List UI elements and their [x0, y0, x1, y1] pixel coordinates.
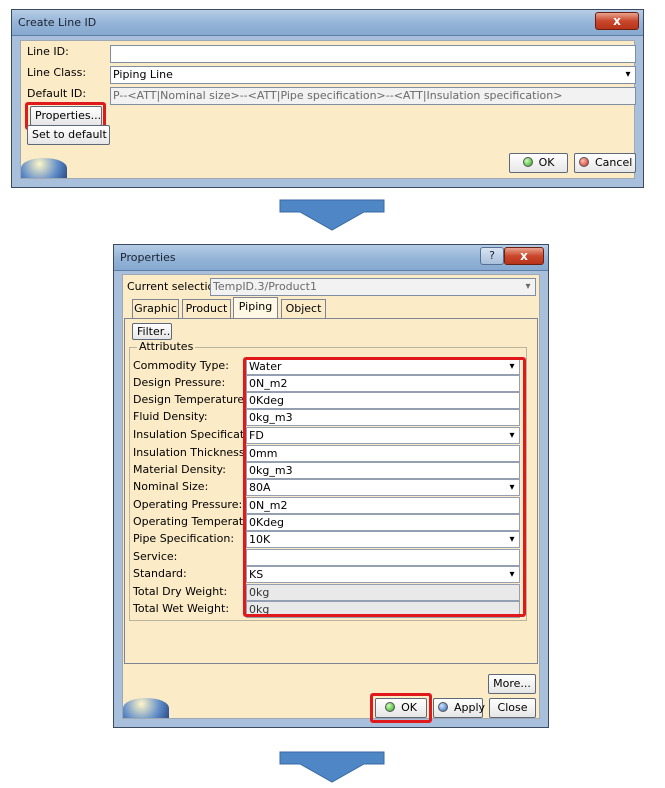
- ok-button[interactable]: OK: [509, 153, 568, 173]
- attribute-name: Pipe Specification:: [133, 532, 235, 545]
- down-arrow-icon: [279, 751, 385, 783]
- set-to-default-button[interactable]: Set to default: [27, 125, 110, 145]
- close-window-button[interactable]: x: [595, 12, 639, 30]
- attribute-name: Insulation Thickness:: [133, 446, 249, 459]
- properties-close-window-button[interactable]: x: [504, 247, 544, 265]
- line-class-label: Line Class:: [27, 66, 87, 79]
- default-id-field: P--<ATT|Nominal size>--<ATT|Pipe specifi…: [110, 87, 636, 105]
- attribute-name: Total Dry Weight:: [133, 585, 228, 598]
- cancel-red-icon: [579, 157, 589, 167]
- attribute-name: Commodity Type:: [133, 359, 229, 372]
- close-icon: x: [613, 14, 621, 28]
- properties-title: Properties: [120, 251, 176, 264]
- cancel-button[interactable]: Cancel: [574, 153, 636, 173]
- line-id-label: Line ID:: [27, 45, 69, 58]
- attribute-name: Nominal Size:: [133, 480, 209, 493]
- attribute-name: Operating Pressure:: [133, 498, 243, 511]
- attribute-name: Standard:: [133, 567, 187, 580]
- line-id-input[interactable]: [110, 45, 636, 63]
- catia-globe-logo: [123, 698, 169, 718]
- tab-product[interactable]: Product: [182, 299, 231, 319]
- current-selection-select[interactable]: TempID.3/Product1: [210, 278, 536, 296]
- ok-highlight: [370, 693, 432, 723]
- close-icon: x: [520, 249, 528, 263]
- apply-label: Apply: [454, 701, 486, 714]
- help-icon: ?: [489, 249, 495, 262]
- tab-graphic[interactable]: Graphic: [132, 299, 179, 319]
- tab-object[interactable]: Object: [281, 299, 326, 319]
- attribute-name: Total Wet Weight:: [133, 602, 230, 615]
- attribute-name: Service:: [133, 550, 178, 563]
- tab-product-label: Product: [185, 302, 228, 315]
- filter-button[interactable]: Filter..: [132, 323, 172, 340]
- line-class-value: Piping Line: [113, 68, 173, 81]
- catia-globe-logo: [21, 158, 67, 178]
- current-selection-value: TempID.3/Product1: [213, 280, 317, 293]
- attributes-group-title: Attributes: [137, 340, 196, 353]
- tab-graphic-label: Graphic: [134, 302, 177, 315]
- default-id-label: Default ID:: [27, 87, 87, 100]
- tab-piping-label: Piping: [238, 300, 273, 313]
- ok-label: OK: [538, 156, 555, 169]
- apply-button[interactable]: Apply: [433, 698, 486, 718]
- apply-blue-icon: [438, 702, 448, 712]
- tab-piping[interactable]: Piping: [233, 297, 278, 319]
- attribute-name: Fluid Density:: [133, 410, 208, 423]
- ok-green-icon: [522, 157, 533, 167]
- down-arrow-icon: [279, 199, 385, 231]
- attributes-highlight: [243, 357, 526, 617]
- line-class-select[interactable]: Piping Line: [110, 66, 636, 84]
- title-bar[interactable]: Create Line ID x: [12, 10, 643, 36]
- close-button[interactable]: Close: [489, 698, 536, 718]
- attribute-name: Design Temperature:: [133, 393, 248, 406]
- properties-title-bar[interactable]: Properties ? x: [114, 245, 548, 271]
- help-button[interactable]: ?: [480, 247, 504, 265]
- dialog-title: Create Line ID: [18, 16, 97, 29]
- tab-object-label: Object: [285, 302, 322, 315]
- more-button[interactable]: More...: [488, 674, 536, 694]
- attribute-name: Material Density:: [133, 463, 226, 476]
- cancel-label: Cancel: [595, 156, 633, 169]
- attribute-name: Design Pressure:: [133, 376, 226, 389]
